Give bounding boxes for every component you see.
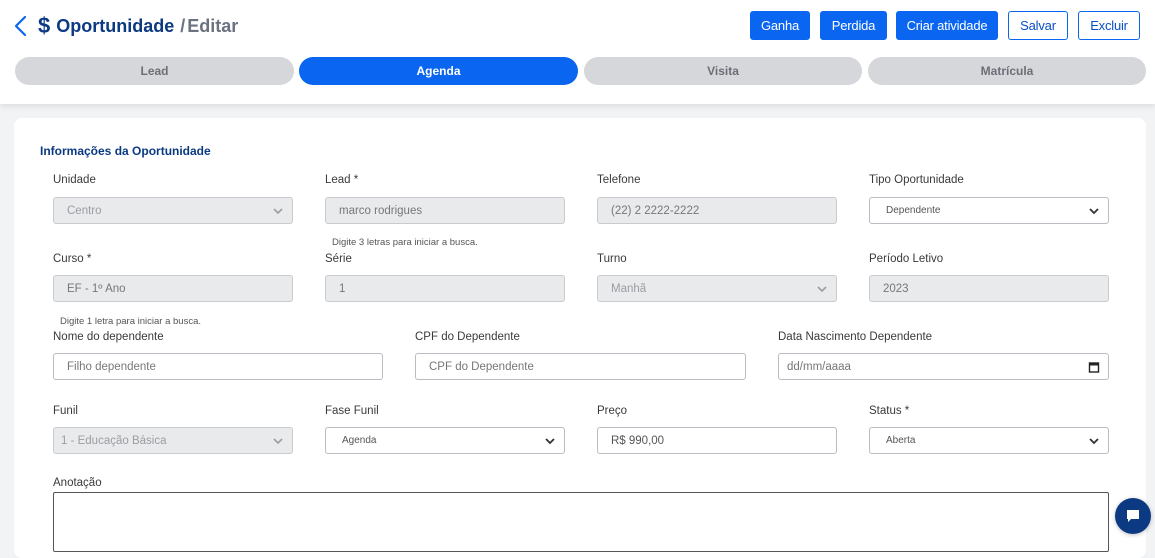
preco-input[interactable]: R$ 990,00	[597, 427, 837, 454]
chevron-down-icon	[817, 286, 827, 293]
unidade-label: Unidade	[53, 174, 96, 186]
funil-value: 1 - Educação Básica	[61, 434, 167, 447]
status-label: Status *	[869, 405, 910, 417]
title-separator: /	[180, 15, 186, 36]
page-title-sub: Editar	[187, 15, 239, 36]
chevron-down-icon	[1089, 438, 1099, 445]
status-value: Aberta	[886, 435, 916, 446]
tipo-oportunidade-select[interactable]: Dependente	[869, 197, 1109, 224]
lead-hint: Digite 3 letras para iniciar a busca.	[332, 237, 478, 248]
data-nascimento-input[interactable]: dd/mm/aaaa	[778, 353, 1109, 380]
tipo-oportunidade-label: Tipo Oportunidade	[869, 174, 964, 186]
funil-select[interactable]: 1 - Educação Básica	[53, 427, 293, 454]
fase-funil-label: Fase Funil	[325, 405, 379, 417]
salvar-button[interactable]: Salvar	[1008, 11, 1068, 40]
perdida-button[interactable]: Perdida	[820, 11, 887, 40]
cpf-dependente-label: CPF do Dependente	[415, 331, 520, 343]
turno-value: Manhã	[611, 282, 647, 295]
section-title: Informações da Oportunidade	[40, 144, 211, 158]
curso-label: Curso *	[53, 253, 92, 265]
unidade-select[interactable]: Centro	[53, 197, 293, 224]
chevron-down-icon	[273, 438, 283, 445]
tipo-oportunidade-value: Dependente	[886, 205, 941, 216]
calendar-icon[interactable]	[1088, 361, 1100, 373]
curso-hint: Digite 1 letra para iniciar a busca.	[60, 316, 201, 327]
nome-dependente-input[interactable]: Filho dependente	[53, 353, 383, 380]
periodo-letivo-input[interactable]: 2023	[869, 275, 1109, 302]
anotacao-textarea[interactable]	[53, 492, 1109, 552]
chat-icon	[1127, 510, 1139, 522]
data-nascimento-label: Data Nascimento Dependente	[778, 331, 933, 343]
turno-select[interactable]: Manhã	[597, 275, 837, 302]
funil-label: Funil	[53, 405, 78, 417]
ganha-button[interactable]: Ganha	[750, 11, 810, 40]
nome-dependente-label: Nome do dependente	[53, 331, 164, 343]
criar-atividade-button[interactable]: Criar atividade	[896, 11, 998, 40]
telefone-input[interactable]: (22) 2 2222-2222	[597, 197, 837, 224]
page-title: $ Oportunidade / Editar	[38, 12, 238, 40]
status-select[interactable]: Aberta	[869, 427, 1109, 454]
serie-label: Série	[325, 253, 352, 265]
page-title-main: Oportunidade	[56, 15, 175, 36]
preco-label: Preço	[597, 405, 628, 417]
excluir-button[interactable]: Excluir	[1078, 11, 1140, 40]
turno-label: Turno	[597, 253, 627, 265]
lead-input[interactable]: marco rodrigues	[325, 197, 565, 224]
dollar-icon: $	[38, 13, 51, 38]
fase-funil-value: Agenda	[342, 435, 377, 446]
chevron-down-icon	[273, 208, 283, 215]
step-visita[interactable]: Visita	[584, 57, 862, 85]
back-chevron-icon[interactable]	[12, 14, 32, 38]
serie-input[interactable]: 1	[325, 275, 565, 302]
step-matricula[interactable]: Matrícula	[868, 57, 1146, 85]
anotacao-label: Anotação	[53, 477, 102, 489]
cpf-dependente-input[interactable]: CPF do Dependente	[415, 353, 746, 380]
data-nascimento-placeholder: dd/mm/aaaa	[787, 360, 851, 373]
chevron-down-icon	[1089, 208, 1099, 215]
step-lead[interactable]: Lead	[15, 57, 294, 85]
chat-button[interactable]	[1115, 498, 1151, 534]
chevron-down-icon	[545, 438, 555, 445]
lead-label: Lead *	[325, 174, 359, 186]
curso-input[interactable]: EF - 1º Ano	[53, 275, 293, 302]
unidade-value: Centro	[67, 204, 102, 217]
telefone-label: Telefone	[597, 174, 641, 186]
fase-funil-select[interactable]: Agenda	[325, 427, 565, 454]
step-agenda[interactable]: Agenda	[299, 57, 578, 85]
periodo-letivo-label: Período Letivo	[869, 253, 944, 265]
